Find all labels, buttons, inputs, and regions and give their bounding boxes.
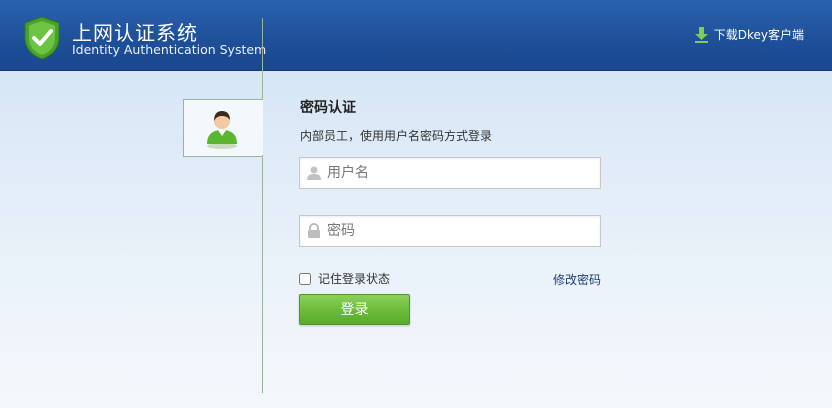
- username-field[interactable]: [299, 157, 601, 189]
- app-subtitle: Identity Authentication System: [72, 42, 267, 57]
- username-input[interactable]: [327, 158, 592, 188]
- user-icon: [307, 166, 321, 180]
- password-input[interactable]: [327, 216, 592, 246]
- change-password-link[interactable]: 修改密码: [553, 271, 601, 288]
- header-bar: 上网认证系统 Identity Authentication System 下载…: [0, 0, 832, 70]
- download-dkey-link[interactable]: 下载Dkey客户端: [694, 26, 804, 43]
- remember-login[interactable]: 记住登录状态: [299, 270, 390, 287]
- shield-check-icon: [24, 16, 60, 60]
- remember-label: 记住登录状态: [318, 272, 391, 286]
- divider-line: [262, 155, 263, 393]
- login-button[interactable]: 登录: [299, 294, 410, 325]
- remember-checkbox[interactable]: [299, 272, 311, 285]
- form-title: 密码认证: [300, 100, 356, 116]
- form-subtitle: 内部员工，使用用户名密码方式登录: [300, 129, 493, 143]
- divider-line: [262, 18, 263, 100]
- download-dkey-label: 下载Dkey客户端: [713, 28, 804, 42]
- user-avatar-icon: [207, 111, 237, 149]
- lock-icon: [308, 223, 320, 238]
- password-field[interactable]: [299, 215, 601, 247]
- avatar-panel: [183, 99, 263, 157]
- download-arrow-icon: [694, 26, 708, 43]
